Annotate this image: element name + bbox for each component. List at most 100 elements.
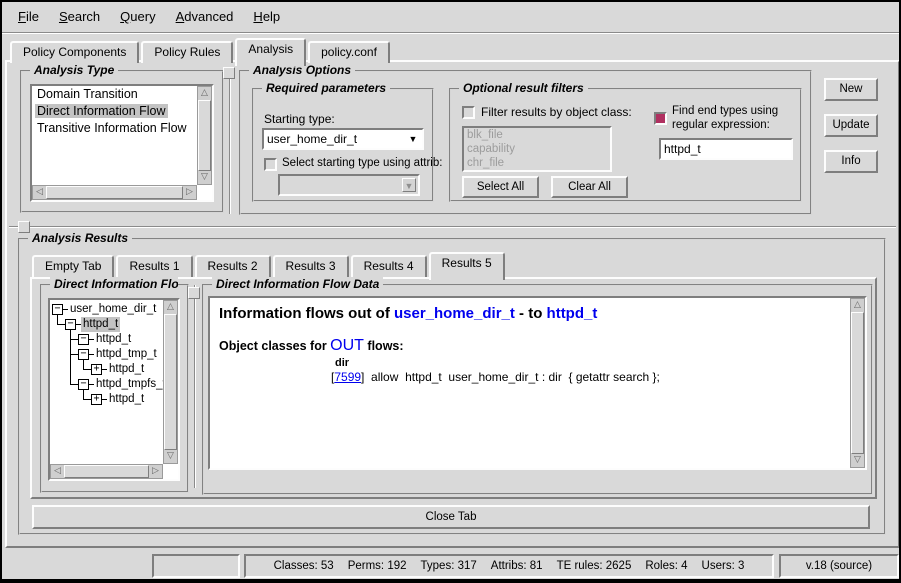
scroll-right-icon[interactable]: ▷ — [183, 186, 196, 199]
tree-line — [70, 362, 71, 377]
tree-row: −user_home_dir_t — [50, 302, 163, 317]
menu-query[interactable]: Query — [110, 2, 165, 32]
filter-by-class-checkbox[interactable] — [462, 106, 475, 119]
results-tab-results-1[interactable]: Results 1 — [116, 255, 192, 277]
analysis-results-frame: Analysis Results Empty TabResults 1Resul… — [18, 238, 886, 535]
scroll-left-icon[interactable]: ◁ — [33, 186, 46, 199]
attrib-checkbox[interactable] — [264, 158, 277, 171]
flow-data-frame: Direct Information Flow Data Information… — [202, 284, 873, 495]
rule-number-link[interactable]: 7599 — [334, 370, 361, 384]
regex-checkbox[interactable] — [654, 112, 667, 125]
close-tab-button[interactable]: Close Tab — [32, 505, 870, 529]
tree-node-user-home-dir-t[interactable]: user_home_dir_t — [68, 302, 158, 317]
status-stats-box: Classes: 53Perms: 192Types: 317Attribs: … — [244, 554, 774, 578]
menu-search[interactable]: Search — [49, 2, 110, 32]
tree-collapse-icon[interactable]: − — [52, 304, 63, 315]
pane-sash-handle[interactable] — [188, 287, 200, 299]
tree-node-httpd-t[interactable]: httpd_t — [81, 317, 120, 332]
filter-by-class-label: Filter results by object class: — [481, 105, 632, 119]
results-tab-results-5[interactable]: Results 5 — [429, 252, 505, 280]
starting-type-label: Starting type: — [264, 112, 335, 126]
flow-tree-hscrollbar[interactable]: ◁▷ — [50, 464, 163, 479]
attrib-combobox: ▼ — [278, 174, 420, 196]
object-class-item: blk_file — [464, 128, 610, 142]
tree-collapse-icon[interactable]: − — [78, 334, 89, 345]
tree-node-httpd-tmpfs-t[interactable]: httpd_tmpfs_t — [94, 377, 163, 392]
tree-collapse-icon[interactable]: − — [78, 349, 89, 360]
clear-all-button[interactable]: Clear All — [551, 176, 628, 198]
pane-sash-handle[interactable] — [18, 221, 30, 233]
tab-policy-conf[interactable]: policy.conf — [308, 41, 390, 63]
status-stat: Perms: 192 — [348, 560, 407, 572]
scroll-up-icon[interactable]: △ — [198, 87, 211, 100]
tree-expand-icon[interactable]: + — [91, 364, 102, 375]
flow-data-title: Direct Information Flow Data — [212, 277, 383, 291]
scroll-right-icon[interactable]: ▷ — [149, 465, 162, 478]
scroll-thumb[interactable] — [64, 465, 149, 478]
sash-line — [9, 226, 896, 228]
regex-input[interactable] — [659, 138, 793, 160]
tree-row: −httpd_t — [50, 317, 163, 332]
flow-tree-vscrollbar[interactable]: △▽ — [163, 300, 178, 464]
scroll-thumb[interactable] — [164, 314, 177, 450]
new-button[interactable]: New — [824, 78, 878, 101]
flow-data-vscrollbar[interactable]: △▽ — [850, 298, 865, 468]
analysis-type-vscrollbar[interactable]: △▽ — [197, 86, 212, 185]
analysis-options-frame: Analysis Options Required parameters Sta… — [239, 70, 812, 215]
select-all-button[interactable]: Select All — [462, 176, 539, 198]
analysis-type-frame: Analysis Type Domain TransitionDirect In… — [20, 70, 224, 213]
results-tab-results-4[interactable]: Results 4 — [351, 255, 427, 277]
scroll-down-icon[interactable]: ▽ — [198, 171, 211, 184]
flow-tree[interactable]: −user_home_dir_t−httpd_t−httpd_t−httpd_t… — [48, 298, 180, 481]
scroll-thumb[interactable] — [46, 186, 183, 199]
menu-help[interactable]: Help — [243, 2, 290, 32]
analysis-type-option[interactable]: Direct Information Flow — [32, 103, 197, 120]
optional-filters-title: Optional result filters — [459, 81, 588, 95]
status-version-box: v.18 (source) — [779, 554, 899, 578]
pane-sash-handle[interactable] — [223, 67, 235, 79]
scroll-up-icon[interactable]: △ — [164, 301, 177, 314]
scroll-thumb[interactable] — [198, 100, 211, 171]
results-tab-empty-tab[interactable]: Empty Tab — [32, 255, 114, 277]
tree-line — [70, 339, 78, 340]
tree-node-httpd-t[interactable]: httpd_t — [107, 362, 146, 377]
analysis-type-listbox[interactable]: Domain TransitionDirect Information Flow… — [30, 84, 214, 202]
object-class-listbox: blk_filecapabilitychr_file — [462, 126, 612, 172]
tab-policy-components[interactable]: Policy Components — [10, 41, 139, 63]
content-frame: Analysis Type Domain TransitionDirect In… — [5, 60, 900, 548]
results-tab-results-3[interactable]: Results 3 — [273, 255, 349, 277]
scroll-down-icon[interactable]: ▽ — [851, 454, 864, 467]
sash-line — [194, 285, 196, 488]
tab-policy-rules[interactable]: Policy Rules — [141, 41, 233, 63]
analysis-type-hscrollbar[interactable]: ◁▷ — [32, 185, 197, 200]
flow-data-textarea[interactable]: Information flows out of user_home_dir_t… — [208, 296, 867, 470]
flow-direction-keyword: OUT — [330, 337, 364, 354]
tree-node-httpd-t[interactable]: httpd_t — [107, 392, 146, 407]
tree-row: + httpd_t — [50, 362, 163, 377]
scroll-down-icon[interactable]: ▽ — [164, 450, 177, 463]
results-tab-results-2[interactable]: Results 2 — [195, 255, 271, 277]
update-button[interactable]: Update — [824, 114, 878, 137]
scroll-thumb[interactable] — [851, 312, 864, 454]
scroll-up-icon[interactable]: △ — [851, 299, 864, 312]
analysis-type-option[interactable]: Domain Transition — [32, 86, 197, 103]
tree-collapse-icon[interactable]: − — [78, 379, 89, 390]
chevron-down-icon[interactable]: ▼ — [406, 132, 420, 146]
apol-window: FileSearchQueryAdvancedHelp Policy Compo… — [0, 0, 901, 583]
regex-checkbox-label: Find end types using regular expression: — [672, 104, 805, 132]
scroll-left-icon[interactable]: ◁ — [51, 465, 64, 478]
flow-tree-frame: Direct Information Flow Tree −user_home_… — [40, 284, 189, 493]
tree-expand-icon[interactable]: + — [91, 394, 102, 405]
tab-analysis[interactable]: Analysis — [235, 38, 306, 66]
menu-file[interactable]: File — [8, 2, 49, 32]
tree-line — [57, 324, 65, 325]
info-button[interactable]: Info — [824, 150, 878, 173]
tree-collapse-icon[interactable]: − — [65, 319, 76, 330]
analysis-type-option[interactable]: Transitive Information Flow — [32, 120, 197, 137]
menu-advanced[interactable]: Advanced — [166, 2, 244, 32]
tree-node-httpd-tmp-t[interactable]: httpd_tmp_t — [94, 347, 159, 362]
tree-node-httpd-t[interactable]: httpd_t — [94, 332, 133, 347]
starting-type-combobox[interactable]: user_home_dir_t ▼ — [262, 128, 424, 150]
required-params-title: Required parameters — [262, 81, 390, 95]
tree-row: −httpd_tmpfs_t — [50, 377, 163, 392]
